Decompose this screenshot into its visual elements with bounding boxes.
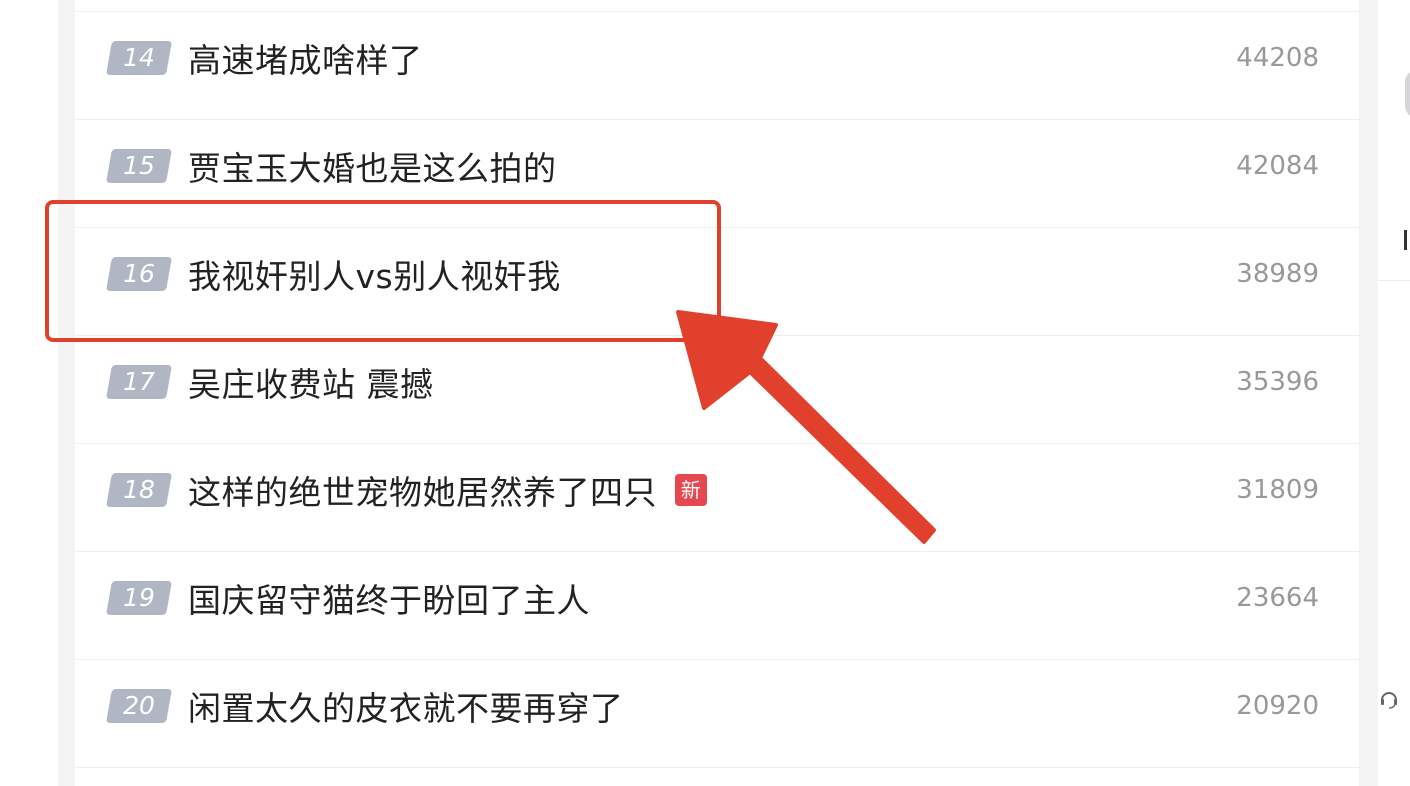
annotation-arrow-icon (676, 310, 936, 544)
